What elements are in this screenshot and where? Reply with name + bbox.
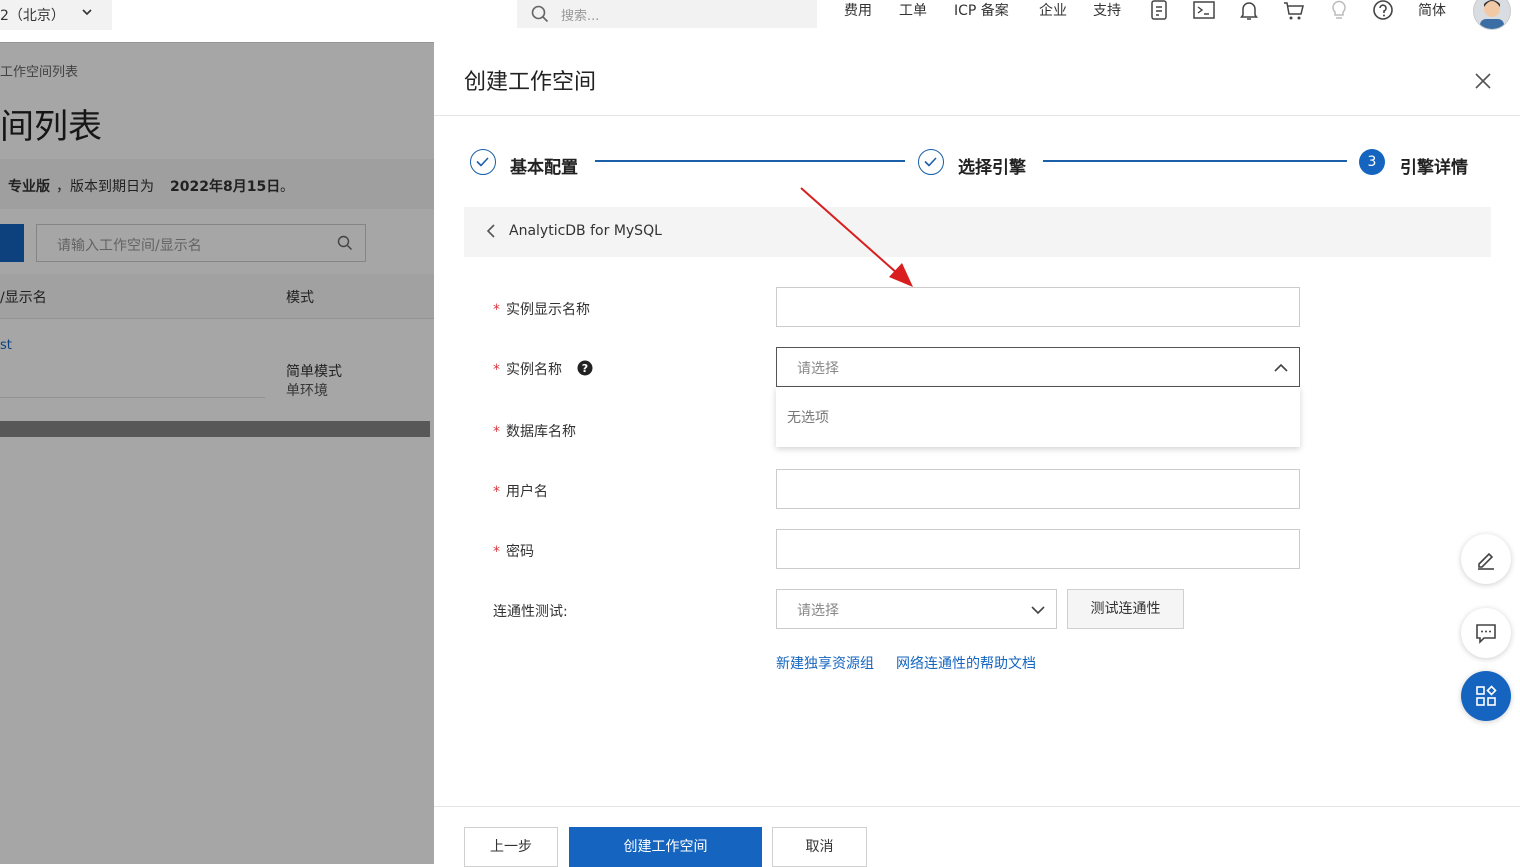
nav-icp[interactable]: ICP 备案: [954, 0, 1009, 22]
create-workspace-drawer: 创建工作空间 基本配置 选择引擎 3 引擎详情 AnalyticDB for M…: [434, 42, 1520, 867]
global-search[interactable]: 搜索...: [517, 0, 817, 28]
step-1-label: 基本配置: [510, 158, 578, 178]
step-2-label: 选择引擎: [958, 158, 1026, 178]
instance-name-dropdown: 无选项: [776, 387, 1300, 447]
bell-icon[interactable]: [1238, 0, 1260, 22]
step-2-check-icon: [918, 149, 944, 175]
lightbulb-icon[interactable]: [1328, 0, 1350, 22]
test-connectivity-button[interactable]: 测试连通性: [1067, 589, 1184, 629]
dropdown-empty-text: 无选项: [787, 410, 829, 426]
chevron-left-icon: [486, 224, 495, 238]
engine-back-bar[interactable]: AnalyticDB for MySQL: [464, 207, 1491, 257]
help-icon[interactable]: ?: [577, 360, 593, 376]
language-switch[interactable]: 简体: [1418, 0, 1446, 22]
terminal-icon[interactable]: [1193, 0, 1215, 22]
region-selector[interactable]: 2（北京）: [0, 0, 112, 30]
apps-button[interactable]: [1461, 671, 1511, 721]
instance-display-name-label: * 实例显示名称: [493, 302, 590, 318]
instance-name-select[interactable]: 请选择: [776, 347, 1300, 387]
close-icon[interactable]: [1472, 70, 1494, 92]
nav-tickets[interactable]: 工单: [899, 0, 927, 22]
step-connector-1: [595, 160, 905, 162]
network-help-link[interactable]: 网络连通性的帮助文档: [896, 653, 1036, 673]
chat-button[interactable]: [1461, 608, 1511, 658]
apps-grid-icon: [1476, 685, 1497, 706]
step-connector-2: [1043, 160, 1347, 162]
svg-text:?: ?: [582, 362, 588, 375]
username-label: * 用户名: [493, 484, 548, 500]
footer-divider: [434, 806, 1520, 807]
step-1-check-icon: [470, 149, 496, 175]
resource-group-select[interactable]: 请选择: [776, 589, 1057, 629]
chevron-up-icon: [1274, 363, 1288, 372]
help-icon[interactable]: [1372, 0, 1394, 22]
search-placeholder: 搜索...: [561, 8, 600, 24]
password-label: * 密码: [493, 544, 534, 560]
top-bar: 2（北京） 搜索... 费用 工单 ICP 备案 企业 支持 简体: [0, 0, 1520, 43]
drawer-title: 创建工作空间: [464, 70, 597, 95]
prev-step-button[interactable]: 上一步: [464, 827, 558, 867]
app-icon[interactable]: [1148, 0, 1170, 22]
chat-icon: [1476, 624, 1496, 644]
modal-overlay[interactable]: [0, 42, 434, 864]
cart-icon[interactable]: [1283, 0, 1305, 22]
nav-fees[interactable]: 费用: [844, 0, 872, 22]
cancel-button[interactable]: 取消: [772, 827, 867, 867]
region-label: 2（北京）: [0, 8, 65, 24]
nav-enterprise[interactable]: 企业: [1039, 0, 1067, 22]
nav-support[interactable]: 支持: [1093, 0, 1121, 22]
search-icon: [531, 5, 549, 23]
new-resource-group-link[interactable]: 新建独享资源组: [776, 653, 874, 673]
db-name-label: * 数据库名称: [493, 424, 576, 440]
password-input[interactable]: [776, 529, 1300, 569]
chevron-down-icon: [1031, 606, 1045, 615]
engine-name: AnalyticDB for MySQL: [509, 223, 662, 239]
instance-display-name-input[interactable]: [776, 287, 1300, 327]
chevron-down-icon: [82, 9, 92, 16]
feedback-edit-button[interactable]: [1461, 534, 1511, 584]
edit-icon: [1478, 552, 1494, 570]
username-input[interactable]: [776, 469, 1300, 509]
create-workspace-submit-button[interactable]: 创建工作空间: [569, 827, 762, 867]
header-divider: [434, 115, 1520, 116]
connectivity-label: 连通性测试:: [493, 604, 568, 620]
step-3-label: 引擎详情: [1400, 158, 1468, 178]
user-avatar[interactable]: [1473, 0, 1511, 30]
step-3-number: 3: [1359, 149, 1385, 175]
instance-name-label: * 实例名称: [493, 362, 562, 378]
